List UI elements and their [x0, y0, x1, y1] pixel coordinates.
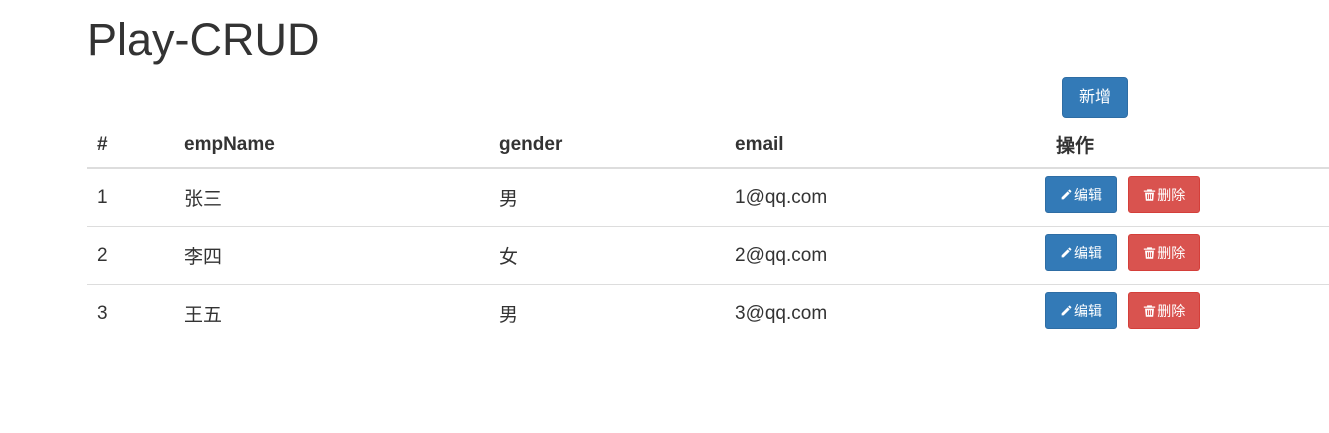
table-row: 1 张三 男 1@qq.com 编辑 删除	[87, 168, 1329, 227]
cell-email: 2@qq.com	[725, 226, 1046, 285]
cell-actions: 编辑 删除	[1045, 226, 1329, 285]
cell-gender: 女	[489, 226, 725, 285]
trash-icon	[1144, 188, 1156, 201]
edit-label: 编辑	[1074, 302, 1102, 319]
delete-button[interactable]: 删除	[1128, 234, 1201, 271]
cell-emp-name: 张三	[184, 189, 223, 210]
edit-label: 编辑	[1074, 244, 1102, 261]
pencil-icon	[1061, 305, 1072, 316]
cell-email: 3@qq.com	[725, 284, 1046, 342]
delete-button[interactable]: 删除	[1128, 176, 1201, 213]
delete-label: 删除	[1157, 186, 1186, 203]
cell-id: 3	[87, 284, 174, 342]
cell-actions: 编辑 删除	[1045, 284, 1329, 342]
cell-id: 1	[97, 186, 108, 208]
table-row: 3 王五 男 3@qq.com 编辑 删除	[87, 284, 1329, 342]
header-emp-name: empName	[174, 122, 489, 169]
edit-label: 编辑	[1074, 186, 1102, 203]
trash-icon	[1144, 246, 1156, 259]
table-row: 2 李四 女 2@qq.com 编辑 删除	[87, 226, 1329, 285]
delete-label: 删除	[1157, 302, 1186, 319]
pencil-icon	[1061, 189, 1072, 200]
cell-actions: 编辑 删除	[1045, 168, 1329, 227]
table-header-row: # empName gender email 操作	[87, 122, 1329, 169]
edit-button[interactable]: 编辑	[1045, 292, 1117, 329]
header-gender: gender	[489, 122, 725, 169]
cell-emp-name: 王五	[174, 284, 489, 342]
edit-button[interactable]: 编辑	[1045, 176, 1117, 213]
trash-icon	[1144, 304, 1156, 317]
cell-gender: 男	[489, 284, 725, 342]
cell-email: 1@qq.com	[735, 186, 828, 208]
pencil-icon	[1061, 247, 1072, 258]
cell-emp-name: 李四	[174, 226, 489, 285]
employee-table: # empName gender email 操作 1 张三 男 1@qq.co…	[87, 122, 1329, 342]
edit-button[interactable]: 编辑	[1045, 234, 1117, 271]
delete-button[interactable]: 删除	[1128, 292, 1201, 329]
page-title: Play-CRUD	[87, 14, 320, 65]
cell-gender: 男	[499, 189, 519, 210]
header-actions: 操作	[1046, 122, 1329, 169]
add-button[interactable]: 新增	[1062, 77, 1128, 118]
cell-id: 2	[87, 226, 174, 285]
header-email: email	[725, 122, 1046, 169]
delete-label: 删除	[1157, 244, 1186, 261]
header-id: #	[87, 122, 174, 169]
